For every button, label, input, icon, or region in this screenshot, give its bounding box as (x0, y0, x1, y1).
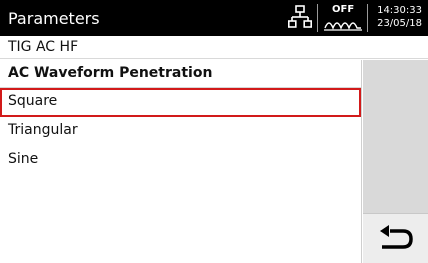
process-label: TIG AC HF (8, 39, 79, 55)
clock-time: 14:30:33 (377, 5, 422, 16)
clock-date: 23/05/18 (377, 18, 422, 29)
options-panel: AC Waveform Penetration Square Triangula… (0, 60, 362, 263)
option-square[interactable]: Square (0, 88, 361, 117)
page-title: Parameters (8, 9, 100, 28)
parameter-heading: AC Waveform Penetration (0, 60, 361, 88)
arc-status-text: OFF (332, 4, 355, 15)
header-divider (317, 4, 318, 32)
side-panel (363, 60, 428, 263)
back-button[interactable] (363, 213, 428, 263)
back-arrow-icon (380, 225, 413, 249)
process-breadcrumb: TIG AC HF (0, 36, 428, 59)
parameter-heading-text: AC Waveform Penetration (8, 65, 213, 81)
option-label: Square (8, 93, 58, 109)
option-triangular[interactable]: Triangular (0, 117, 361, 146)
top-bar: Parameters OFF 14:30:33 23/05/18 (0, 0, 428, 36)
arc-status-indicator: OFF (324, 4, 362, 32)
arc-wave-icon (324, 22, 362, 31)
option-sine[interactable]: Sine (0, 146, 361, 175)
header-divider (367, 4, 368, 32)
network-icon (288, 5, 312, 28)
option-label: Triangular (8, 122, 78, 138)
option-label: Sine (8, 151, 39, 167)
